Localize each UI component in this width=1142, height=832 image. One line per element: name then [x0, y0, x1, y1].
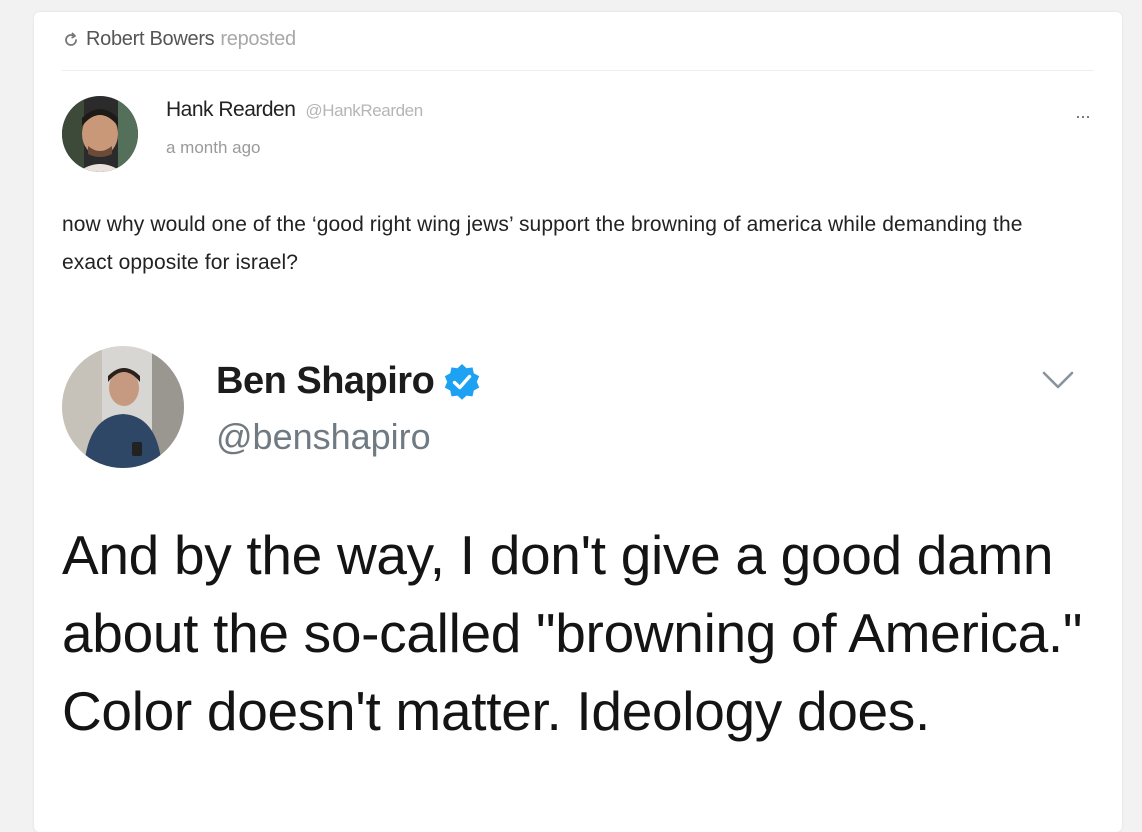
post-timestamp[interactable]: a month ago: [166, 138, 261, 158]
embedded-author-avatar[interactable]: [62, 346, 184, 468]
more-icon[interactable]: ···: [1075, 106, 1091, 127]
post-author-row: Hank Rearden @HankRearden: [166, 98, 423, 122]
embedded-tweet[interactable]: Ben Shapiro @benshapiro And by the way, …: [56, 302, 1116, 832]
divider: [62, 70, 1094, 71]
repost-label: reposted: [220, 28, 296, 50]
embedded-avatar-image: [62, 346, 184, 468]
embedded-name-row: Ben Shapiro: [216, 360, 482, 403]
post-author-handle[interactable]: @HankRearden: [305, 101, 423, 121]
post-author-name[interactable]: Hank Rearden: [166, 98, 296, 122]
verified-badge-icon: [445, 363, 480, 400]
post-body: now why would one of the ‘good right win…: [62, 213, 1023, 274]
embedded-tweet-text: And by the way, I don't give a good damn…: [62, 524, 1083, 742]
author-avatar[interactable]: [62, 96, 138, 172]
embedded-author-name[interactable]: Ben Shapiro: [216, 360, 435, 403]
author-avatar-image: [62, 96, 138, 172]
chevron-down-icon[interactable]: [1040, 368, 1076, 392]
repost-header: Robert Bowers reposted: [62, 28, 296, 51]
reposter-name[interactable]: Robert Bowers: [86, 28, 215, 51]
embedded-author-handle[interactable]: @benshapiro: [216, 416, 431, 458]
repost-card: Robert Bowers reposted Hank Rearden @Han…: [34, 12, 1122, 832]
repost-icon: [65, 32, 77, 46]
